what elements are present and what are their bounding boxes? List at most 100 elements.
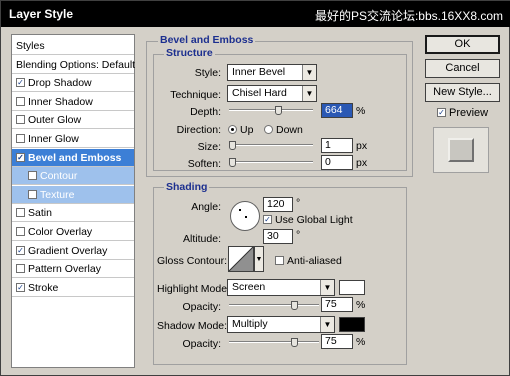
dialog-title: Layer Style: [9, 7, 74, 21]
depth-slider-track[interactable]: [229, 109, 313, 111]
anti-aliased-checkbox[interactable]: Anti-aliased: [275, 255, 342, 267]
shadow-opacity-input[interactable]: 75: [321, 334, 353, 349]
altitude-input[interactable]: 30: [263, 229, 293, 244]
angle-dial[interactable]: [230, 201, 260, 231]
checkbox-icon[interactable]: [28, 170, 37, 180]
shadow-opacity-label: Opacity:: [182, 338, 221, 350]
soften-label: Soften:: [187, 158, 221, 170]
soften-slider-thumb[interactable]: [229, 158, 236, 167]
size-label: Size:: [197, 141, 221, 153]
checkbox-checked-icon[interactable]: ✓: [16, 282, 25, 292]
checkbox-icon[interactable]: [16, 207, 25, 217]
style-list-item[interactable]: Outer Glow: [12, 111, 134, 129]
angle-unit: °: [296, 197, 301, 209]
highlight-opacity-slider-thumb[interactable]: [291, 301, 298, 310]
ok-button[interactable]: OK: [425, 35, 500, 54]
checkbox-icon: [275, 255, 284, 265]
checkbox-checked-icon[interactable]: ✓: [16, 152, 25, 162]
style-list-item[interactable]: Color Overlay: [12, 223, 134, 241]
size-input[interactable]: 1: [321, 138, 353, 153]
layer-style-dialog: Layer Style 最好的PS交流论坛:bbs.16XX8.com Styl…: [0, 0, 510, 376]
soften-slider-track[interactable]: [229, 161, 313, 163]
checkbox-checked-icon[interactable]: ✓: [16, 245, 25, 255]
checkbox-icon[interactable]: [16, 226, 25, 236]
style-select[interactable]: Inner Bevel ▼: [227, 64, 317, 81]
direction-label: Direction:: [176, 124, 221, 136]
size-slider-thumb[interactable]: [229, 141, 236, 150]
use-global-light-checkbox[interactable]: ✓ Use Global Light: [263, 214, 353, 226]
style-list-item[interactable]: ✓ Stroke: [12, 279, 134, 297]
technique-select-value: Chisel Hard: [232, 87, 287, 99]
altitude-unit: °: [296, 229, 301, 241]
style-list-item-label: Color Overlay: [28, 226, 93, 238]
angle-dial-center: [245, 216, 247, 218]
title-bar[interactable]: Layer Style 最好的PS交流论坛:bbs.16XX8.com: [1, 1, 510, 27]
new-style-button[interactable]: New Style...: [425, 83, 500, 102]
depth-unit: %: [356, 105, 366, 117]
depth-input[interactable]: 664: [321, 103, 353, 118]
gloss-contour-preview[interactable]: [228, 246, 254, 272]
radio-button-icon: [228, 124, 237, 134]
altitude-label: Altitude:: [183, 233, 221, 245]
soften-input[interactable]: 0: [321, 155, 353, 170]
technique-label: Technique:: [170, 89, 221, 101]
style-list-item[interactable]: Inner Shadow: [12, 93, 134, 111]
checkbox-icon[interactable]: [16, 133, 25, 143]
gloss-contour-label: Gloss Contour:: [157, 255, 228, 267]
style-list-item-label: Texture: [40, 189, 75, 201]
structure-title: Structure: [164, 47, 215, 59]
style-list-item[interactable]: Pattern Overlay: [12, 260, 134, 278]
size-slider-track[interactable]: [229, 144, 313, 146]
style-list-item-label: Bevel and Emboss: [28, 152, 122, 164]
cancel-button[interactable]: Cancel: [425, 59, 500, 78]
angle-dial-pointer: [239, 209, 241, 211]
highlight-mode-value: Screen: [232, 281, 266, 293]
style-list-item[interactable]: Texture: [12, 186, 134, 204]
preview-thumbnail: [433, 127, 489, 173]
checkbox-icon[interactable]: [28, 189, 37, 199]
chevron-down-icon: ▼: [320, 280, 334, 295]
shadow-color-swatch[interactable]: [339, 317, 365, 332]
style-list-item[interactable]: Contour: [12, 167, 134, 185]
style-list-item[interactable]: Blending Options: Default: [12, 56, 135, 74]
shadow-mode-select[interactable]: Multiply ▼: [227, 316, 335, 333]
direction-up-radio[interactable]: Up: [228, 124, 253, 136]
style-list-item[interactable]: Styles: [12, 37, 134, 55]
highlight-opacity-slider-track[interactable]: [229, 304, 319, 306]
gloss-contour-dropdown[interactable]: ▼: [254, 246, 264, 272]
style-list-item[interactable]: ✓ Gradient Overlay: [12, 242, 134, 260]
anti-aliased-label: Anti-aliased: [287, 255, 342, 267]
direction-up-label: Up: [240, 124, 254, 136]
shadow-opacity-slider-track[interactable]: [229, 341, 319, 343]
style-list-item[interactable]: ✓ Drop Shadow: [12, 74, 134, 92]
shadow-opacity-slider-thumb[interactable]: [291, 338, 298, 347]
style-list-item[interactable]: Inner Glow: [12, 130, 134, 148]
highlight-mode-select[interactable]: Screen ▼: [227, 279, 335, 296]
checkbox-icon[interactable]: [16, 263, 25, 273]
depth-label: Depth:: [190, 106, 221, 118]
style-list-item-label: Styles: [16, 40, 45, 52]
highlight-mode-label: Highlight Mode:: [157, 283, 230, 295]
style-list-item[interactable]: Satin: [12, 204, 134, 222]
highlight-color-swatch[interactable]: [339, 280, 365, 295]
technique-select[interactable]: Chisel Hard ▼: [227, 85, 317, 102]
style-list-item[interactable]: ✓ Bevel and Emboss: [12, 149, 134, 167]
checkbox-icon[interactable]: [16, 96, 25, 106]
chevron-down-icon: ▼: [320, 317, 334, 332]
style-list-item-label: Inner Shadow: [28, 96, 93, 108]
angle-input[interactable]: 120: [263, 197, 293, 212]
depth-slider-thumb[interactable]: [275, 106, 282, 115]
style-list-item-label: Drop Shadow: [28, 77, 92, 89]
checkbox-checked-icon[interactable]: ✓: [16, 77, 25, 87]
direction-down-label: Down: [276, 124, 303, 136]
highlight-opacity-input[interactable]: 75: [321, 297, 353, 312]
styles-list: Styles Blending Options: Default ✓ Drop Sha…: [11, 34, 135, 368]
checkbox-icon[interactable]: [16, 114, 25, 124]
preview-label: Preview: [449, 107, 489, 119]
preview-checkbox[interactable]: ✓ Preview: [437, 107, 488, 119]
direction-down-radio[interactable]: Down: [264, 124, 303, 136]
shadow-opacity-unit: %: [356, 336, 366, 348]
preview-check-icon: ✓: [437, 107, 446, 117]
angle-label: Angle:: [191, 201, 221, 213]
shadow-mode-value: Multiply: [232, 318, 268, 330]
